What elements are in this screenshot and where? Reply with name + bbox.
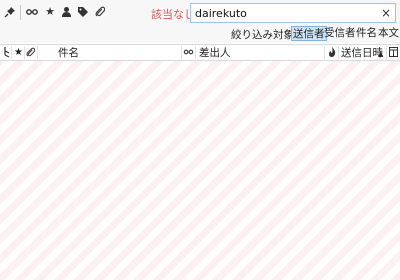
- message-list-empty: [0, 61, 400, 280]
- star-column-icon[interactable]: ★: [14, 46, 23, 60]
- clear-search-button[interactable]: ×: [381, 4, 391, 22]
- thread-icon[interactable]: [25, 5, 39, 19]
- column-separator: [11, 46, 12, 59]
- search-input[interactable]: [195, 5, 375, 21]
- filter-sender-button[interactable]: 送信者: [291, 26, 327, 41]
- column-separator: [386, 46, 387, 59]
- attachment-icon[interactable]: [93, 5, 107, 19]
- attachment-column-icon[interactable]: [26, 47, 35, 61]
- contact-icon[interactable]: [59, 5, 73, 19]
- sender-column-header[interactable]: 差出人: [199, 46, 231, 60]
- column-separator: [195, 46, 196, 59]
- column-separator: [37, 46, 38, 59]
- filter-target-label: 絞り込み対象:: [231, 29, 298, 41]
- filter-recipient-button[interactable]: 受信者: [323, 26, 357, 41]
- column-separator: [181, 46, 182, 59]
- filter-target-bar: 絞り込み対象: 送信者 受信者 件名 本文: [0, 26, 400, 43]
- pin-icon[interactable]: [3, 5, 17, 19]
- subject-column-header[interactable]: 件名: [58, 46, 79, 60]
- quick-filter-search[interactable]: ×: [190, 3, 396, 23]
- toolbar-separator: [20, 5, 21, 20]
- quick-filter-bar: ★ 該当なし ×: [0, 0, 400, 26]
- sort-ascending-icon: ▲: [378, 50, 384, 58]
- thread-column-icon[interactable]: [3, 46, 11, 60]
- column-separator: [324, 46, 325, 59]
- junk-status-column-icon[interactable]: [328, 47, 336, 61]
- date-column-header[interactable]: 送信日時: [341, 46, 383, 60]
- tag-icon[interactable]: [76, 5, 90, 19]
- star-icon[interactable]: ★: [43, 5, 57, 19]
- thread-status-column-icon[interactable]: [183, 48, 194, 62]
- filter-subject-button[interactable]: 件名: [355, 26, 378, 41]
- filter-body-button[interactable]: 本文: [377, 26, 400, 41]
- column-separator: [338, 46, 339, 59]
- no-match-label: 該当なし: [151, 8, 195, 21]
- column-separator: [24, 46, 25, 59]
- column-picker-icon[interactable]: [389, 47, 398, 61]
- message-list-header: ★ 件名 差出人 送信日時 ▲: [0, 44, 400, 61]
